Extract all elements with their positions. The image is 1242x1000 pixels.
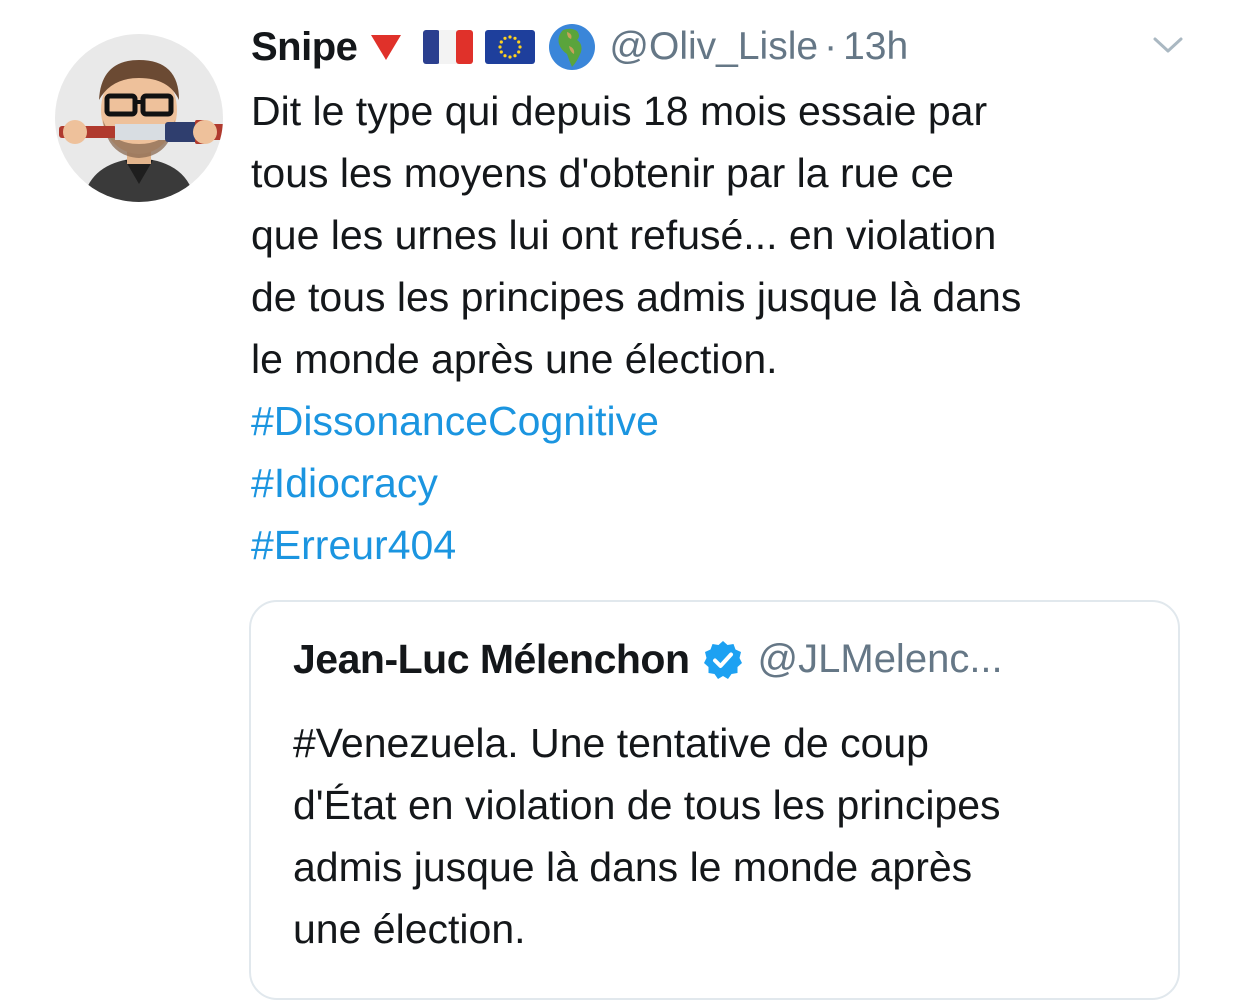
quoted-tweet-header: Jean-Luc Mélenchon @JLMelenc...: [293, 636, 1003, 683]
tweet-timestamp[interactable]: 13h: [843, 25, 908, 69]
author-display-name[interactable]: Snipe: [251, 25, 358, 70]
hashtag-link[interactable]: #Idiocracy: [251, 452, 1211, 514]
quoted-text-line: #Venezuela. Une tentative de coup: [293, 720, 929, 766]
quoted-text-line: d'État en violation de tous les principe…: [293, 782, 1001, 828]
bitmoji-avatar-icon: [55, 34, 223, 202]
quoted-text-line: une élection.: [293, 906, 526, 952]
quoted-text-line: admis jusque là dans le monde après: [293, 844, 973, 890]
quoted-tweet-text: #Venezuela. Une tentative de coup d'État…: [293, 712, 1163, 960]
france-flag-icon: [423, 30, 474, 64]
hashtag-link[interactable]: #DissonanceCognitive: [251, 390, 1211, 452]
verified-badge-icon: [702, 639, 744, 681]
author-avatar[interactable]: [55, 34, 223, 202]
quoted-author-display-name: Jean-Luc Mélenchon: [293, 636, 690, 682]
separator-dot: ·: [824, 25, 838, 68]
tweet-text-line: Dit le type qui depuis 18 mois essaie pa…: [251, 88, 988, 134]
hashtag-link[interactable]: #Erreur404: [251, 514, 1211, 576]
eu-flag-icon: [485, 30, 536, 64]
tweet-text-line: le monde après une élection.: [251, 336, 778, 382]
tweet-text: Dit le type qui depuis 18 mois essaie pa…: [251, 80, 1211, 576]
tweet-text-line: que les urnes lui ont refusé... en viola…: [251, 212, 997, 258]
tweet-text-line: de tous les principes admis jusque là da…: [251, 274, 1022, 320]
tweet-text-line: tous les moyens d'obtenir par la rue ce: [251, 150, 954, 196]
quoted-tweet-card[interactable]: Jean-Luc Mélenchon @JLMelenc... #Venezue…: [249, 600, 1180, 1000]
chevron-down-icon[interactable]: [1150, 30, 1186, 60]
quoted-author-handle: @JLMelenc...: [757, 637, 1003, 681]
tweet-header: Snipe @Oliv_Lisle · 13h: [251, 20, 908, 74]
globe-africa-europe-icon: [547, 22, 597, 72]
author-handle[interactable]: @Oliv_Lisle: [609, 25, 818, 69]
red-triangle-down-icon: [369, 32, 403, 62]
